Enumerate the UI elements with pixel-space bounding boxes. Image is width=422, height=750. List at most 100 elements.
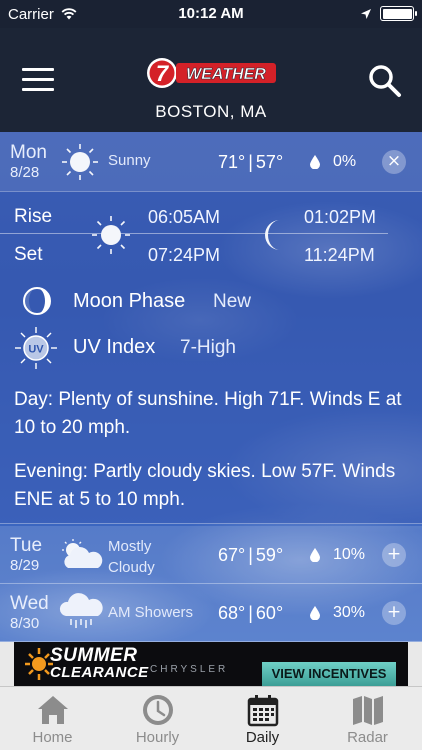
tab-daily-label: Daily xyxy=(245,729,280,746)
sunny-icon xyxy=(62,144,98,180)
search-icon[interactable] xyxy=(368,64,402,98)
forecast-high: 68° xyxy=(218,603,246,623)
tab-hourly[interactable]: Hourly xyxy=(105,687,210,750)
ad-edge-left xyxy=(0,642,14,686)
moon-phase-row: Moon Phase New xyxy=(0,282,422,322)
sun-table-divider xyxy=(0,233,388,234)
tab-radar[interactable]: Radar xyxy=(315,687,420,750)
ad-banner[interactable]: SUMMER CLEARANCE CHRYSLER VIEW INCENTIVE… xyxy=(0,642,422,686)
temp-separator: | xyxy=(248,545,253,565)
forecast-day-name: Wed xyxy=(10,593,49,614)
ad-headline-line2: CLEARANCE xyxy=(50,664,149,681)
forecast-condition-line1: Mostly xyxy=(108,538,152,555)
close-icon: × xyxy=(386,151,402,171)
today-day-name: Mon xyxy=(10,142,47,163)
sun-moon-times: Rise Set 06:05AM 07:24PM 01:02PM 11:24PM xyxy=(0,198,422,278)
forecast-condition: Mostly Cloudy xyxy=(108,536,155,578)
tab-daily[interactable]: Daily xyxy=(210,687,315,750)
set-label: Set xyxy=(14,244,43,265)
home-icon xyxy=(38,696,68,724)
forecast-date: 8/30 xyxy=(10,615,40,632)
today-summary-row[interactable]: Mon 8/28 Sunny 71° | 57° 0% × xyxy=(0,132,422,192)
today-temperatures: 71° | 57° xyxy=(218,152,283,173)
tab-radar-label: Radar xyxy=(347,729,388,746)
hamburger-menu-icon xyxy=(22,68,54,71)
logo-text: WEATHER xyxy=(186,66,266,83)
forecast-condition: AM Showers xyxy=(108,604,193,621)
raindrop-icon xyxy=(310,155,320,169)
app-header: 7 WEATHER BOSTON, MA xyxy=(0,28,422,132)
map-icon xyxy=(353,696,383,725)
ad-edge-right xyxy=(408,642,422,686)
temp-separator: | xyxy=(248,152,253,172)
forecast-precip: 30% xyxy=(333,604,366,621)
sunrise-time: 06:05AM xyxy=(148,207,221,227)
uv-index-row: UV UV Index 7-High xyxy=(0,327,422,369)
moon-phase-icon xyxy=(23,287,51,315)
temp-separator: | xyxy=(248,603,253,623)
moon-phase-label: Moon Phase xyxy=(73,290,186,312)
today-date: 8/28 xyxy=(10,164,40,181)
raindrop-icon xyxy=(310,606,320,620)
tab-home-label: Home xyxy=(32,729,73,746)
uv-index-icon: UV xyxy=(15,327,57,369)
tab-home[interactable]: Home xyxy=(0,687,105,750)
forecast-day-name: Tue xyxy=(10,535,43,556)
ad-brand: CHRYSLER xyxy=(150,664,229,675)
forecast-row[interactable]: Wed 8/30 AM Showers 68° | 60° 30% + xyxy=(0,584,422,642)
forecast-low: 59° xyxy=(255,545,284,565)
tab-hourly-label: Hourly xyxy=(135,729,180,746)
today-high: 71° xyxy=(218,152,246,172)
ad-cta-button[interactable]: VIEW INCENTIVES xyxy=(262,662,396,686)
plus-icon: + xyxy=(386,544,402,564)
menu-button[interactable] xyxy=(22,68,54,92)
forecast-condition-line1: AM Showers xyxy=(108,604,194,621)
status-indicators xyxy=(360,6,417,21)
ad-headline-line1: SUMMER xyxy=(50,645,138,666)
clock-icon xyxy=(143,695,173,725)
collapse-button[interactable]: × xyxy=(382,150,406,174)
forecast-precip: 10% xyxy=(333,546,366,563)
today-low: 57° xyxy=(255,152,284,172)
forecast-date: 8/29 xyxy=(10,557,40,574)
forecast-row[interactable]: Tue 8/29 Mostly Cloudy 67° | 59° 10% + xyxy=(0,526,422,584)
forecast-temperatures: 67° | 59° xyxy=(218,545,283,566)
today-condition: Sunny xyxy=(108,152,151,169)
location-arrow-icon xyxy=(361,8,371,19)
calendar-icon xyxy=(247,695,279,727)
plus-icon: + xyxy=(386,602,402,622)
forecast-low: 60° xyxy=(255,603,284,623)
weather-logo: 7 WEATHER xyxy=(146,56,278,90)
forecast-day: Wed 8/30 xyxy=(10,593,49,633)
forecast-condition-line2: Cloudy xyxy=(108,559,155,576)
forecast-temperatures: 68° | 60° xyxy=(218,603,283,624)
expand-button[interactable]: + xyxy=(382,601,406,625)
partly-cloudy-icon xyxy=(62,539,103,568)
logo-number: 7 xyxy=(156,61,170,86)
uv-index-value: 7-High xyxy=(180,337,236,358)
showers-icon xyxy=(59,593,103,628)
sun-icon xyxy=(92,216,130,254)
raindrop-icon xyxy=(310,548,320,562)
today-precip: 0% xyxy=(333,153,357,170)
today-day: Mon 8/28 xyxy=(10,142,47,182)
today-forecast-card: Mon 8/28 Sunny 71° | 57° 0% × Rise Set 0… xyxy=(0,132,422,524)
tab-bar: Home Hourly Daily Radar xyxy=(0,686,422,750)
sunset-time: 07:24PM xyxy=(148,245,221,265)
expand-button[interactable]: + xyxy=(382,543,406,567)
uv-icon-text: UV xyxy=(28,344,44,356)
rise-label: Rise xyxy=(14,206,53,227)
evening-forecast-text: Evening: Partly cloudy skies. Low 57F. W… xyxy=(14,461,396,510)
forecast-high: 67° xyxy=(218,545,246,565)
status-time: 10:12 AM xyxy=(178,5,244,22)
moon-phase-value: New xyxy=(213,291,252,312)
moonrise-time: 01:02PM xyxy=(304,207,377,227)
ad-headline: SUMMER CLEARANCE xyxy=(50,645,149,681)
day-forecast-text: Day: Plenty of sunshine. High 71F. Winds… xyxy=(14,389,402,438)
status-bar: Carrier 10:12 AM xyxy=(0,0,422,28)
uv-index-label: UV Index xyxy=(73,336,156,358)
moon-icon xyxy=(265,220,280,250)
location-label: BOSTON, MA xyxy=(155,102,267,121)
forecast-day: Tue 8/29 xyxy=(10,535,42,575)
battery-icon xyxy=(380,6,417,21)
